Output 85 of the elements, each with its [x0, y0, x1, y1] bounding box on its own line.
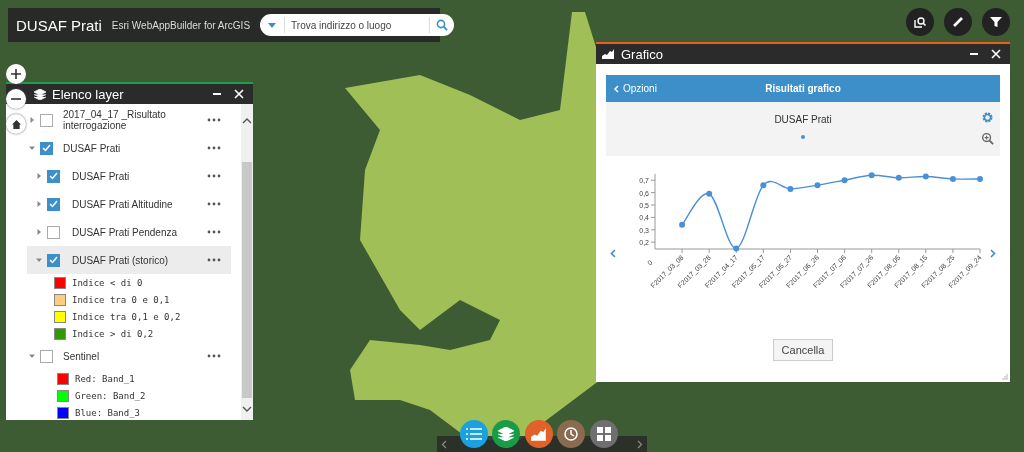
checkbox[interactable]	[40, 349, 53, 363]
results-title: Risultati grafico	[765, 83, 841, 94]
data-point	[787, 185, 794, 192]
pencil-icon[interactable]	[951, 15, 965, 29]
clock-icon[interactable]	[563, 426, 579, 442]
legend-label: Indice tra 0,1 e 0,2	[72, 311, 181, 322]
data-point	[977, 175, 983, 182]
back-link[interactable]: Opzioni	[614, 83, 657, 94]
window-title: Grafico	[621, 46, 664, 62]
chart-icon	[602, 49, 615, 59]
data-point	[760, 182, 767, 189]
search-icon[interactable]	[436, 19, 449, 31]
data-point	[814, 182, 821, 189]
checkbox[interactable]	[47, 225, 60, 239]
checkbox[interactable]	[40, 113, 53, 127]
data-point	[922, 173, 929, 180]
zoom-in-icon[interactable]	[981, 132, 994, 145]
home-icon[interactable]	[11, 119, 21, 129]
layer-name: DUSAF Prati (storico)	[71, 254, 170, 266]
layer-name: DUSAF Prati Pendenza	[71, 226, 179, 238]
caret-icon[interactable]	[28, 144, 36, 152]
chevron-left-icon[interactable]	[441, 439, 447, 449]
app-subtitle: Esri WebAppBuilder for ArcGIS	[111, 19, 251, 31]
layer-name: 2017_04_17 _Risultato interrogazione	[63, 109, 167, 131]
cancel-button[interactable]: Cancella	[772, 339, 834, 361]
chevron-right-icon[interactable]	[637, 439, 643, 449]
filter-icon[interactable]	[989, 15, 1003, 29]
layer-row[interactable]: 2017_04_17 _Risultato interrogazione	[27, 106, 231, 134]
legend-label: Blue: Band_3	[75, 407, 141, 418]
checkbox[interactable]	[47, 197, 60, 211]
layer-row[interactable]: DUSAF Prati Altitudine	[27, 190, 231, 218]
layer-row[interactable]: DUSAF Prati	[27, 162, 231, 190]
data-point	[895, 174, 902, 181]
layer-row[interactable]: DUSAF Prati (storico)	[27, 246, 231, 274]
search-layer-icon[interactable]	[913, 15, 927, 29]
panel-title: Elenco layer	[52, 86, 125, 102]
scroll-up-icon[interactable]	[242, 118, 252, 124]
data-point	[679, 221, 686, 228]
layers-icon[interactable]	[498, 427, 514, 441]
data-point	[706, 190, 713, 197]
layer-row[interactable]: DUSAF Prati Pendenza	[27, 218, 231, 246]
checkbox[interactable]	[40, 141, 53, 155]
more-options-icon[interactable]	[207, 118, 221, 122]
more-options-icon[interactable]	[207, 354, 221, 358]
caret-icon[interactable]	[28, 352, 36, 360]
scrollbar[interactable]	[241, 104, 253, 420]
app-title: DUSAF Prati	[16, 16, 102, 34]
caret-icon[interactable]	[35, 200, 43, 208]
more-options-icon[interactable]	[207, 258, 221, 262]
legend-label: Indice > di 0,2	[72, 328, 154, 339]
checkbox[interactable]	[47, 169, 60, 183]
layers-icon	[34, 88, 46, 100]
more-options-icon[interactable]	[207, 146, 221, 150]
chart-title: DUSAF Prati	[774, 114, 832, 125]
chart-icon[interactable]	[531, 427, 547, 441]
grid-icon[interactable]	[597, 427, 611, 441]
data-point	[841, 177, 848, 184]
search-field[interactable]: Trova indirizzo o luogo	[260, 14, 455, 36]
minimize-icon[interactable]	[212, 92, 222, 96]
legend-label: Indice tra 0 e 0,1	[72, 294, 170, 305]
checkbox[interactable]	[47, 253, 60, 267]
legend-label: Green: Band_2	[75, 390, 146, 401]
caret-icon[interactable]	[35, 228, 43, 236]
legend-label: Indice < di 0	[72, 277, 143, 288]
layer-name: DUSAF Prati Altitudine	[71, 198, 174, 210]
more-options-icon[interactable]	[207, 230, 221, 234]
scroll-down-icon[interactable]	[242, 406, 252, 412]
data-point	[868, 172, 875, 179]
settings-icon[interactable]	[981, 111, 994, 124]
minimize-icon[interactable]	[969, 52, 979, 56]
layer-name: DUSAF Prati	[71, 170, 131, 182]
data-point	[733, 245, 740, 252]
caret-icon[interactable]	[28, 116, 36, 124]
more-options-icon[interactable]	[207, 202, 221, 206]
plus-icon[interactable]	[11, 69, 21, 79]
caret-icon[interactable]	[35, 172, 43, 180]
more-options-icon[interactable]	[207, 174, 221, 178]
layer-row[interactable]: DUSAF Prati	[27, 134, 231, 162]
caret-icon[interactable]	[35, 256, 43, 264]
data-point	[949, 175, 956, 182]
layer-row[interactable]: Sentinel	[27, 342, 231, 370]
resize-grip-icon[interactable]	[1002, 374, 1008, 380]
legend-label: Red: Band_1	[75, 373, 135, 384]
layer-name: DUSAF Prati	[63, 142, 122, 154]
layer-name: Sentinel	[63, 350, 101, 362]
